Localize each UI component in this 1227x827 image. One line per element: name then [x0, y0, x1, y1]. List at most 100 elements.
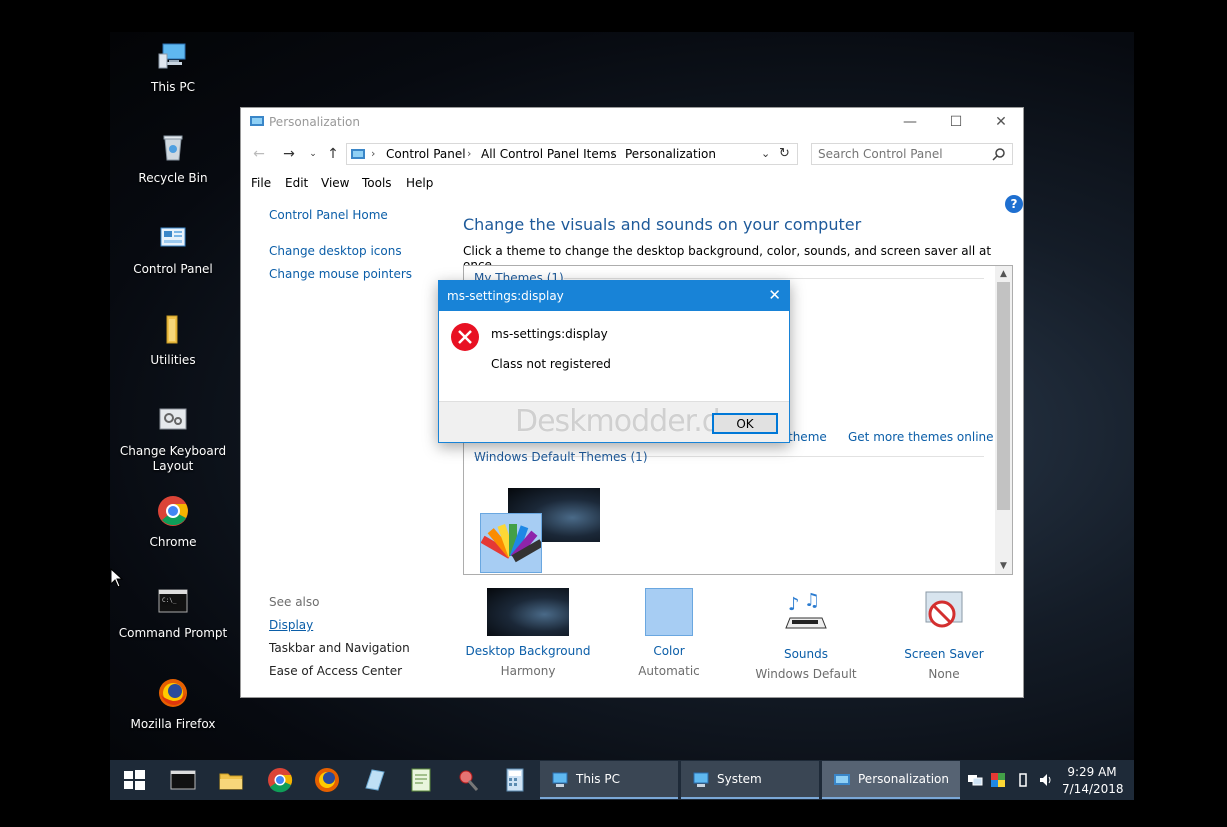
recent-locations-chevron-icon[interactable]: ⌄ [303, 144, 323, 164]
network-tray-icon[interactable] [967, 772, 983, 788]
error-dialog: ms-settings:display ✕ ms-settings:displa… [438, 280, 790, 443]
desktop-icon-control-panel[interactable]: Control Panel [118, 222, 228, 277]
svg-text:♫: ♫ [804, 590, 820, 611]
color-tray-icon[interactable] [990, 772, 1006, 788]
desktop-icon-command-prompt[interactable]: C:\_ Command Prompt [118, 586, 228, 641]
watermark-text: Deskmodder.de [515, 404, 738, 439]
tools-taskbar-icon[interactable] [454, 766, 482, 794]
group-divider [564, 278, 984, 279]
up-arrow-icon[interactable]: ↑ [323, 144, 343, 164]
address-dropdown-chevron-icon[interactable]: ⌄ [761, 147, 770, 160]
desktop-icon-label: Chrome [149, 535, 197, 549]
firefox-icon [159, 679, 187, 707]
calculator-taskbar-icon[interactable] [501, 766, 529, 794]
refresh-icon[interactable]: ↻ [779, 146, 790, 161]
command-prompt-taskbar-icon[interactable] [169, 766, 197, 794]
change-mouse-pointers-link[interactable]: Change mouse pointers [269, 267, 412, 281]
themes-scrollbar[interactable]: ▲ ▼ [995, 266, 1012, 574]
change-desktop-icons-link[interactable]: Change desktop icons [269, 244, 402, 258]
taskbar-and-navigation-link[interactable]: Taskbar and Navigation [269, 641, 410, 655]
windows-default-themes-group-label: Windows Default Themes (1) [474, 450, 648, 464]
title-bar[interactable]: Personalization — ☐ ✕ [241, 108, 1023, 136]
file-explorer-icon[interactable] [217, 766, 245, 794]
keyboard-settings-icon [159, 408, 187, 430]
taskbar: This PC System Personalization 9:29 AM 7… [110, 760, 1134, 800]
command-prompt-icon: C:\_ [158, 589, 188, 613]
control-panel-small-icon [351, 149, 365, 159]
breadcrumb-personalization[interactable]: Personalization [625, 147, 716, 161]
svg-text:♪: ♪ [788, 594, 800, 615]
screen-saver-tile[interactable]: Screen Saver None [879, 588, 1009, 681]
dialog-title-bar[interactable]: ms-settings:display ✕ [439, 281, 789, 311]
breadcrumb-separator-icon[interactable]: › [611, 147, 615, 160]
desktop-icon-mozilla-firefox[interactable]: Mozilla Firefox [118, 677, 228, 732]
clock-time: 9:29 AM [1067, 765, 1117, 779]
dialog-footer: Deskmodder.de OK [439, 401, 789, 442]
desktop-icon-recycle-bin[interactable]: Recycle Bin [118, 131, 228, 186]
breadcrumb-all-control-panel-items[interactable]: All Control Panel Items [481, 147, 617, 161]
firefox-taskbar-icon[interactable] [313, 766, 341, 794]
dialog-close-icon[interactable]: ✕ [768, 286, 781, 304]
sounds-value: Windows Default [755, 667, 857, 681]
recycle-bin-icon [163, 135, 183, 161]
dialog-message-text: Class not registered [491, 357, 611, 371]
screen: This PC Recycle Bin Control Panel Utilit… [0, 0, 1227, 827]
desktop-background-thumbnail [487, 588, 569, 636]
desktop-icon-chrome[interactable]: Chrome [118, 495, 228, 550]
menu-edit[interactable]: Edit [285, 176, 308, 190]
volume-icon[interactable] [1038, 772, 1054, 788]
desktop-background-tile[interactable]: Desktop Background Harmony [463, 588, 593, 678]
help-icon[interactable]: ? [1005, 195, 1023, 213]
desktop-icon-label: Control Panel [133, 262, 213, 276]
breadcrumb-separator-icon[interactable]: › [467, 147, 471, 160]
usb-tray-icon[interactable] [1015, 772, 1031, 788]
save-theme-link[interactable]: theme [788, 430, 827, 444]
taskbar-task-label: This PC [576, 772, 620, 786]
color-tile[interactable]: Color Automatic [604, 588, 734, 678]
text-editor-taskbar-icon[interactable] [407, 766, 435, 794]
scroll-up-arrow-icon[interactable]: ▲ [995, 266, 1012, 282]
theme-color-swatch[interactable] [480, 513, 544, 573]
desktop-icon-change-keyboard-layout[interactable]: Change Keyboard Layout [118, 404, 228, 474]
scrollbar-thumb[interactable] [997, 282, 1010, 510]
desktop-background-label: Desktop Background [465, 644, 591, 658]
notepad-taskbar-icon[interactable] [360, 766, 388, 794]
taskbar-task-label: Personalization [858, 772, 949, 786]
maximize-button[interactable]: ☐ [933, 108, 979, 136]
chrome-taskbar-icon[interactable] [266, 766, 294, 794]
display-link[interactable]: Display [269, 618, 313, 632]
search-control-panel-field[interactable] [811, 143, 1013, 165]
control-panel-home-link[interactable]: Control Panel Home [269, 208, 388, 222]
window-title: Personalization [269, 115, 360, 129]
folder-icon [166, 315, 178, 344]
menu-help[interactable]: Help [406, 176, 433, 190]
sounds-tile[interactable]: ♪ ♫ Sounds Windows Default [741, 588, 871, 681]
taskbar-task-this-pc[interactable]: This PC [540, 761, 678, 799]
desktop-icon-this-pc[interactable]: This PC [118, 40, 228, 95]
desktop-icon-utilities[interactable]: Utilities [118, 313, 228, 368]
close-button[interactable]: ✕ [978, 108, 1024, 136]
address-toolbar: ← → ⌄ ↑ › Control Panel › All Control Pa… [241, 140, 1023, 168]
menu-file[interactable]: File [251, 176, 271, 190]
desktop-icon-label: Recycle Bin [138, 171, 208, 185]
chrome-icon [158, 496, 188, 526]
mouse-cursor-icon [110, 568, 124, 588]
minimize-button[interactable]: — [887, 108, 933, 136]
address-bar[interactable]: › Control Panel › All Control Panel Item… [346, 143, 798, 165]
ok-button[interactable]: OK [712, 413, 778, 434]
taskbar-clock[interactable]: 9:29 AM 7/14/2018 [1062, 764, 1124, 798]
windows-start-icon[interactable] [120, 766, 148, 794]
get-more-themes-online-link[interactable]: Get more themes online [848, 430, 994, 444]
search-input[interactable] [818, 146, 988, 162]
taskbar-task-system[interactable]: System [681, 761, 819, 799]
scroll-down-arrow-icon[interactable]: ▼ [995, 558, 1012, 574]
breadcrumb-control-panel[interactable]: Control Panel [386, 147, 466, 161]
back-arrow-icon[interactable]: ← [249, 144, 269, 164]
ease-of-access-center-link[interactable]: Ease of Access Center [269, 664, 402, 678]
menu-bar: File Edit View Tools Help [241, 174, 1023, 194]
taskbar-task-personalization[interactable]: Personalization [822, 761, 960, 799]
menu-view[interactable]: View [321, 176, 349, 190]
menu-tools[interactable]: Tools [362, 176, 392, 190]
see-also-heading: See also [269, 595, 320, 609]
forward-arrow-icon[interactable]: → [279, 144, 299, 164]
